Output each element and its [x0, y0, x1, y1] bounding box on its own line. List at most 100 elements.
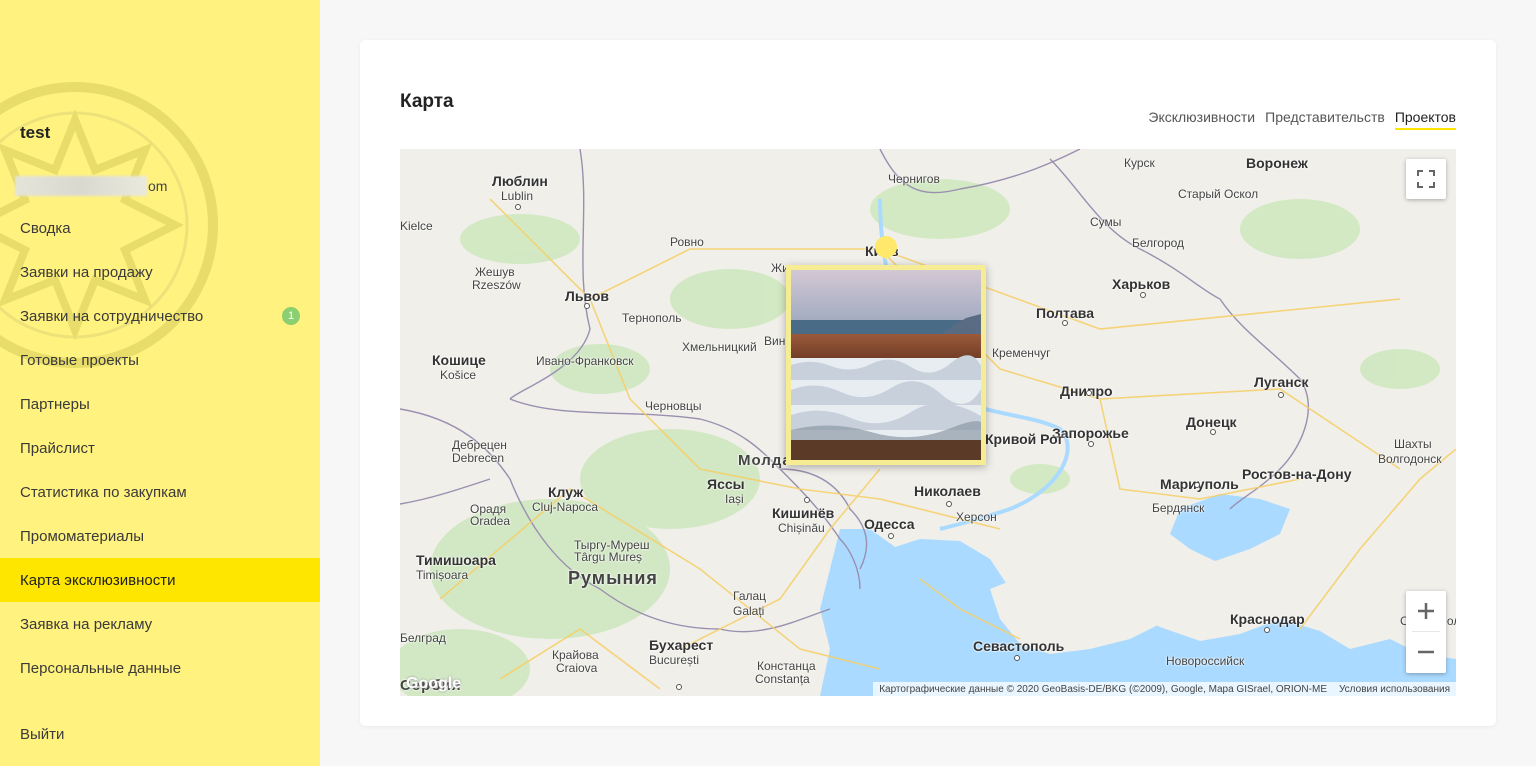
- fullscreen-button[interactable]: [1406, 159, 1446, 199]
- map-label: Сумы: [1090, 215, 1122, 229]
- nav-personal-data[interactable]: Персональные данные: [0, 646, 320, 690]
- nav-label: Готовые проекты: [20, 351, 139, 369]
- nav-label: Прайслист: [20, 439, 95, 457]
- map-label: Херсон: [956, 510, 997, 524]
- email-redacted: [15, 176, 147, 196]
- project-preview-popup[interactable]: [786, 265, 986, 465]
- map-label: Бухарест: [649, 637, 714, 653]
- map-label: Клуж: [548, 484, 584, 500]
- zoom-in-button[interactable]: [1406, 591, 1446, 631]
- nav-label: Заявка на рекламу: [20, 615, 153, 633]
- map-label: București: [649, 653, 700, 667]
- attribution-text: Картографические данные © 2020 GeoBasis-…: [879, 683, 1327, 695]
- map-label: Бердянск: [1152, 501, 1205, 515]
- tab-exclusivity[interactable]: Эксклюзивности: [1148, 109, 1255, 130]
- sidebar: test om Сводка Заявки на продажу Заявки …: [0, 0, 320, 766]
- city-dot: [804, 497, 810, 503]
- nav-label: Партнеры: [20, 395, 90, 413]
- nav-ready-projects[interactable]: Готовые проекты: [0, 338, 320, 382]
- map-tabs: Эксклюзивности Представительств Проектов: [1148, 109, 1456, 130]
- map-label: Кременчуг: [992, 346, 1051, 360]
- nav-label: Промоматериалы: [20, 527, 145, 545]
- map-view[interactable]: Курск Воронеж Чернигов Старый Оскол Сумы…: [400, 149, 1456, 696]
- zoom-out-button[interactable]: [1406, 632, 1446, 672]
- user-email: om: [15, 176, 167, 196]
- country-label: Румыния: [568, 568, 658, 588]
- sidebar-nav: Сводка Заявки на продажу Заявки на сотру…: [0, 206, 320, 690]
- map-label: Târgu Mureș: [574, 550, 643, 564]
- nav-label: Статистика по закупкам: [20, 483, 187, 501]
- tab-representations[interactable]: Представительств: [1265, 109, 1385, 130]
- notification-badge: 1: [282, 307, 300, 325]
- city-dot: [1194, 482, 1200, 488]
- tab-projects[interactable]: Проектов: [1394, 109, 1456, 130]
- map-label: Timișoara: [416, 568, 469, 582]
- nav-pricelist[interactable]: Прайслист: [0, 426, 320, 470]
- map-label: Шахты: [1394, 437, 1432, 451]
- map-label: Одесса: [864, 516, 915, 532]
- nav-exclusivity-map[interactable]: Карта эксклюзивности: [0, 558, 320, 602]
- terms-link[interactable]: Условия использования: [1339, 684, 1450, 695]
- city-dot: [888, 533, 894, 539]
- map-label: Košice: [440, 368, 477, 382]
- city-dot: [1264, 627, 1270, 633]
- map-attribution: Картографические данные © 2020 GeoBasis-…: [873, 682, 1456, 696]
- logout-link[interactable]: Выйти: [20, 726, 64, 743]
- map-label: Debrecen: [452, 451, 505, 465]
- city-dot: [1140, 292, 1146, 298]
- map-label: Rzeszów: [472, 278, 521, 292]
- nav-summary[interactable]: Сводка: [0, 206, 320, 250]
- map-label: Николаев: [914, 483, 981, 499]
- plus-icon: [1418, 603, 1434, 619]
- map-label: Волгодонск: [1378, 452, 1442, 466]
- page-title: Карта: [400, 91, 454, 112]
- map-label: Craiova: [556, 661, 598, 675]
- city-dot: [1210, 429, 1216, 435]
- map-label: Cluj-Napoca: [532, 500, 599, 514]
- username: test: [20, 123, 51, 142]
- city-dot: [584, 303, 590, 309]
- map-label: Курск: [1124, 156, 1155, 170]
- nav-label: Заявки на сотрудничество: [20, 307, 204, 325]
- map-label: Дебрецен: [452, 438, 507, 452]
- map-label: Чернигов: [888, 172, 940, 186]
- map-label: Chișinău: [778, 521, 825, 535]
- nav-label: Сводка: [20, 219, 71, 237]
- nav-label: Заявки на продажу: [20, 263, 153, 281]
- map-label: Люблин: [492, 173, 548, 189]
- map-label: Полтава: [1036, 305, 1095, 321]
- nav-sale-requests[interactable]: Заявки на продажу: [0, 250, 320, 294]
- email-suffix: om: [148, 178, 168, 194]
- project-photo: [791, 270, 981, 460]
- nav-cooperation-requests[interactable]: Заявки на сотрудничество 1: [0, 294, 320, 338]
- map-label: Луганск: [1254, 374, 1309, 390]
- map-label: Тимишоара: [416, 552, 496, 568]
- map-label: Жешув: [475, 265, 515, 279]
- map-label: Кошице: [432, 352, 486, 368]
- map-label: Хмельницкий: [682, 340, 757, 354]
- map-label: Донецк: [1186, 414, 1237, 430]
- nav-purchase-stats[interactable]: Статистика по закупкам: [0, 470, 320, 514]
- google-logo: Google: [406, 675, 462, 692]
- map-label: Белград: [400, 631, 446, 645]
- city-dot: [1278, 392, 1284, 398]
- nav-label: Персональные данные: [20, 659, 182, 677]
- map-label: Ровно: [670, 235, 704, 249]
- city-dot: [1062, 320, 1068, 326]
- map-label: Севастополь: [973, 638, 1065, 654]
- map-label: Kielce: [400, 219, 433, 233]
- city-dot: [1086, 390, 1092, 396]
- city-dot: [676, 684, 682, 690]
- nav-ad-request[interactable]: Заявка на рекламу: [0, 602, 320, 646]
- nav-partners[interactable]: Партнеры: [0, 382, 320, 426]
- map-label: Галац: [733, 589, 767, 603]
- map-label: Galați: [733, 604, 765, 618]
- map-label: Яссы: [707, 476, 745, 492]
- map-label: Кривой Рог: [985, 431, 1064, 447]
- project-marker[interactable]: [875, 236, 897, 260]
- minus-icon: [1418, 650, 1434, 654]
- fullscreen-icon: [1417, 170, 1435, 188]
- map-label: Iași: [725, 492, 744, 506]
- nav-promo-materials[interactable]: Промоматериалы: [0, 514, 320, 558]
- map-label: Харьков: [1112, 276, 1171, 292]
